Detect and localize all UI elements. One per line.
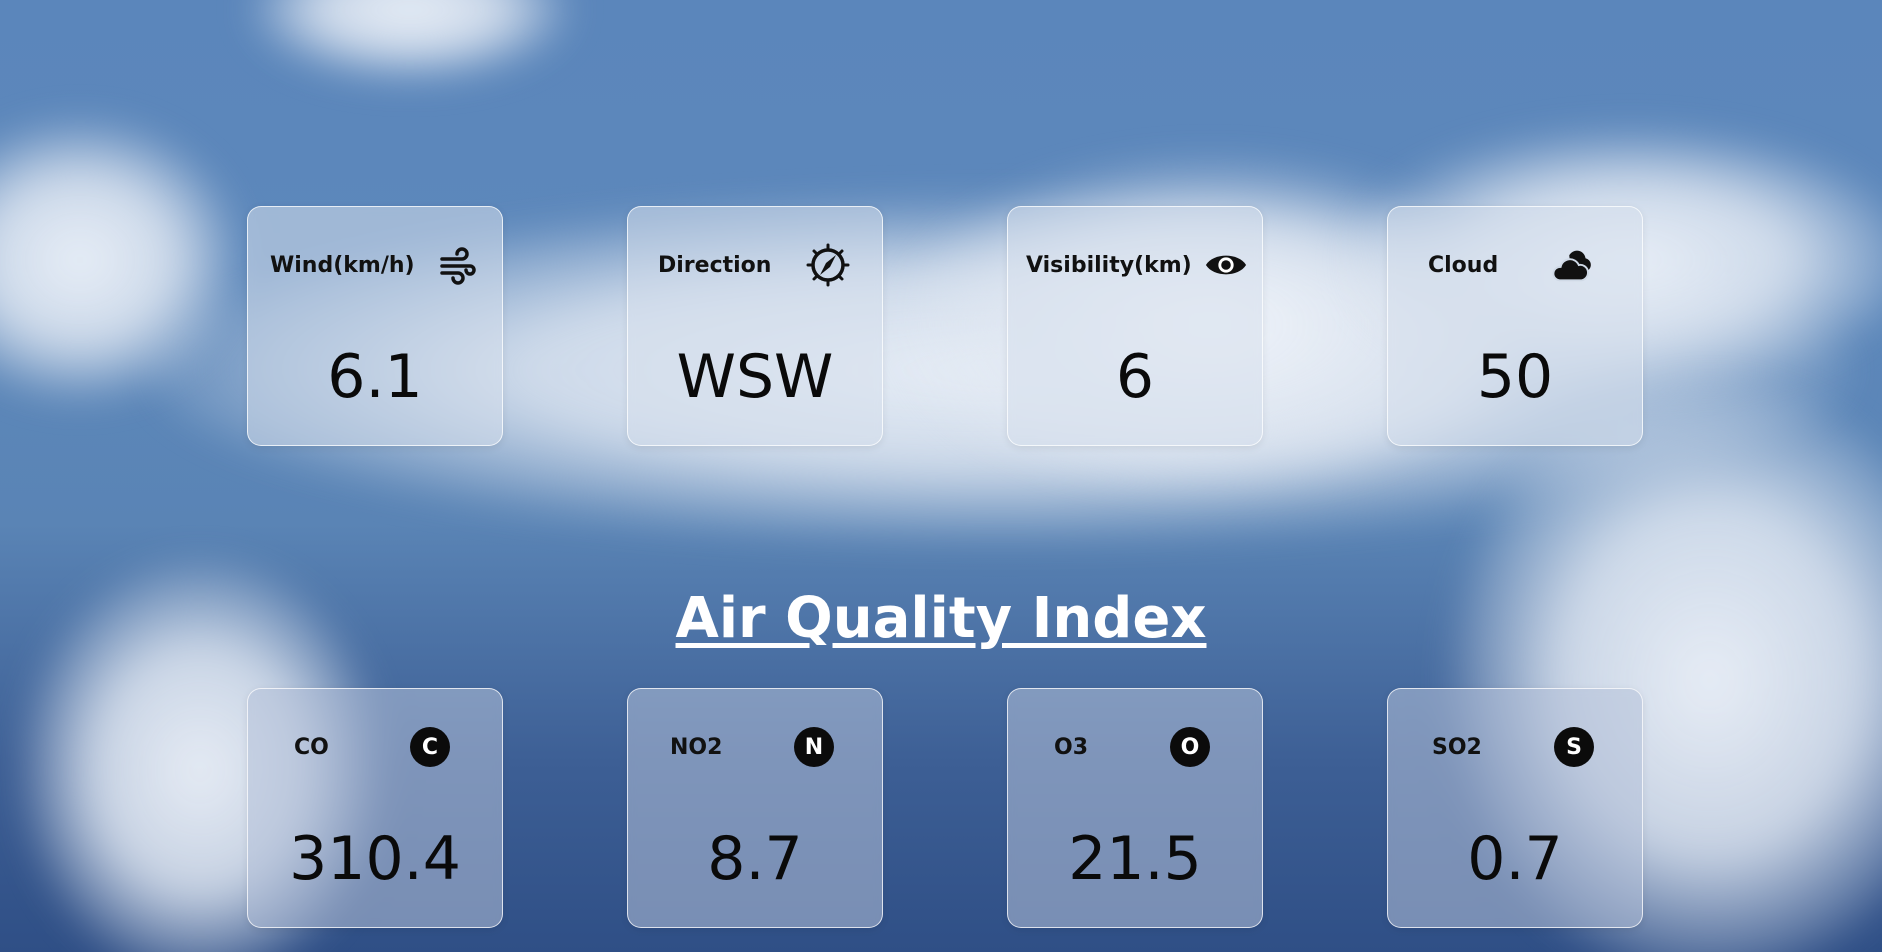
so2-badge: S bbox=[1554, 727, 1594, 767]
cloud-icon bbox=[1552, 243, 1596, 287]
no2-card: NO2 N 8.7 bbox=[627, 688, 883, 928]
visibility-card: Visibility(km) 6 bbox=[1007, 206, 1263, 446]
so2-value: 0.7 bbox=[1467, 824, 1563, 894]
o3-badge: O bbox=[1170, 727, 1210, 767]
wind-icon bbox=[436, 243, 480, 287]
air-quality-title: Air Quality Index bbox=[675, 586, 1207, 651]
letter-c-icon: C bbox=[408, 725, 452, 769]
o3-card: O3 O 21.5 bbox=[1007, 688, 1263, 928]
wind-value: 6.1 bbox=[327, 342, 423, 412]
cloud-card: Cloud 50 bbox=[1387, 206, 1643, 446]
cloud-label: Cloud bbox=[1428, 253, 1499, 278]
visibility-label: Visibility(km) bbox=[1026, 253, 1192, 278]
wind-card: Wind(km/h) 6.1 bbox=[247, 206, 503, 446]
letter-o-icon: O bbox=[1168, 725, 1212, 769]
no2-label: NO2 bbox=[670, 735, 723, 760]
letter-s-icon: S bbox=[1552, 725, 1596, 769]
co-value: 310.4 bbox=[289, 824, 461, 894]
no2-value: 8.7 bbox=[707, 824, 803, 894]
wind-label: Wind(km/h) bbox=[270, 253, 415, 278]
so2-label: SO2 bbox=[1432, 735, 1482, 760]
visibility-value: 6 bbox=[1115, 342, 1155, 412]
o3-label: O3 bbox=[1054, 735, 1089, 760]
co-card: CO C 310.4 bbox=[247, 688, 503, 928]
direction-card: Direction WSW bbox=[627, 206, 883, 446]
o3-value: 21.5 bbox=[1068, 824, 1202, 894]
co-badge: C bbox=[410, 727, 450, 767]
eye-icon bbox=[1204, 243, 1248, 287]
no2-badge: N bbox=[794, 727, 834, 767]
direction-label: Direction bbox=[658, 253, 772, 278]
cloud-value: 50 bbox=[1476, 342, 1554, 412]
co-label: CO bbox=[294, 735, 329, 760]
so2-card: SO2 S 0.7 bbox=[1387, 688, 1643, 928]
direction-value: WSW bbox=[676, 342, 834, 412]
compass-icon bbox=[806, 243, 850, 287]
letter-n-icon: N bbox=[792, 725, 836, 769]
